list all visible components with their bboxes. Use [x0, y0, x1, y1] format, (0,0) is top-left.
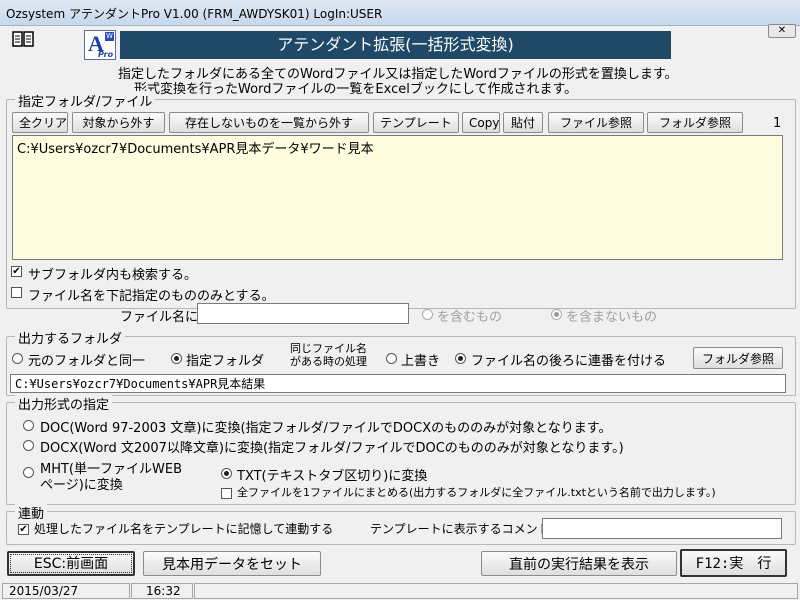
merge-files-label: 全ファイルを1ファイルにまとめる(出力するフォルダに全ファイル.txtという名前…	[237, 486, 716, 499]
specified-folder-label: 指定フォルダ	[186, 354, 265, 369]
app-logo: A Pro W	[84, 30, 116, 60]
remember-template-checkbox[interactable]: ✔	[18, 524, 29, 535]
conflict-label-line1: 同じファイル名	[290, 342, 367, 355]
docx-format-radio[interactable]	[23, 440, 34, 451]
filename-input[interactable]	[197, 303, 409, 324]
mht-format-label-line2: ページ)に変換	[40, 478, 123, 493]
status-date: 2015/03/27	[2, 583, 130, 599]
page-title-banner: アテンダント拡張(一括形式変換)	[120, 31, 671, 59]
doc-format-label: DOC(Word 97-2003 文章)に変換(指定フォルダ/ファイルでDOCX…	[40, 421, 612, 436]
contains-radio[interactable]	[422, 309, 433, 320]
path-count: 1	[773, 116, 782, 131]
doc-format-radio[interactable]	[23, 420, 34, 431]
docx-format-label: DOCX(Word 文2007以降文章)に変換(指定フォルダ/ファイルでDOCの…	[40, 441, 624, 456]
output-folder-browse-button[interactable]: フォルダ参照	[693, 347, 783, 369]
output-format-group-title: 出力形式の指定	[15, 394, 113, 413]
copy-button[interactable]: Copy	[462, 112, 500, 133]
not-contains-label: を含まないもの	[566, 310, 658, 325]
clear-all-button[interactable]: 全クリア	[12, 112, 68, 133]
txt-format-label: TXT(テキストタブ区切り)に変換	[237, 469, 428, 484]
path-list-textarea[interactable]	[12, 135, 783, 260]
comment-label: テンプレートに表示するコメント	[370, 522, 550, 536]
remove-missing-button[interactable]: 存在しないものを一覧から外す	[169, 112, 369, 133]
txt-format-radio[interactable]	[221, 468, 232, 479]
output-folder-group-title: 出力するフォルダ	[15, 328, 126, 347]
show-last-result-button[interactable]: 直前の実行結果を表示	[481, 551, 677, 576]
esc-back-button[interactable]: ESC:前画面	[7, 551, 135, 576]
append-number-radio[interactable]	[455, 353, 466, 364]
remove-from-target-button[interactable]: 対象から外す	[72, 112, 165, 133]
remember-template-label: 処理したファイル名をテンプレートに記憶して連動する	[34, 522, 334, 536]
mht-format-radio[interactable]	[23, 467, 34, 478]
folder-browse-button[interactable]: フォルダ参照	[647, 112, 743, 133]
source-group-title: 指定フォルダ/ファイル	[15, 91, 156, 110]
conflict-label-line2: がある時の処理	[290, 355, 367, 368]
window-titlebar: Ozsystem アテンダントPro V1.00 (FRM_AWDYSK01) …	[0, 0, 800, 26]
same-folder-label: 元のフォルダと同一	[28, 354, 146, 369]
comment-input[interactable]	[542, 518, 782, 539]
status-time: 16:32	[131, 583, 193, 599]
filename-label: ファイル名に	[120, 310, 199, 325]
paste-button[interactable]: 貼付	[503, 112, 543, 133]
window-title: Ozsystem アテンダントPro V1.00 (FRM_AWDYSK01) …	[6, 7, 383, 21]
filter-filename-label: ファイル名を下記指定のもののみとする。	[28, 289, 275, 304]
set-sample-data-button[interactable]: 見本用データをセット	[143, 551, 321, 576]
file-browse-button[interactable]: ファイル参照	[548, 112, 644, 133]
include-subfolders-checkbox[interactable]: ✔	[11, 266, 22, 277]
merge-files-checkbox[interactable]	[221, 488, 232, 499]
append-number-label: ファイル名の後ろに連番を付ける	[471, 354, 667, 369]
same-folder-radio[interactable]	[12, 353, 23, 364]
overwrite-label: 上書き	[401, 354, 441, 369]
link-group-title: 連動	[15, 503, 48, 522]
description-line-2: 形式変換を行ったWordファイルの一覧をExcelブックにして作成されます。	[134, 82, 578, 97]
filter-filename-checkbox[interactable]	[11, 287, 22, 298]
close-icon[interactable]: ✕	[768, 24, 796, 38]
contains-label: を含むもの	[437, 310, 503, 325]
status-empty	[194, 583, 798, 599]
overwrite-radio[interactable]	[386, 353, 397, 364]
output-path-input[interactable]	[10, 374, 786, 393]
book-icon[interactable]	[12, 30, 34, 48]
specified-folder-radio[interactable]	[171, 353, 182, 364]
include-subfolders-label: サブフォルダ内も検索する。	[28, 268, 198, 283]
template-button[interactable]: テンプレート	[373, 112, 459, 133]
run-button[interactable]: F12:実 行	[680, 549, 787, 577]
not-contains-radio[interactable]	[551, 309, 562, 320]
